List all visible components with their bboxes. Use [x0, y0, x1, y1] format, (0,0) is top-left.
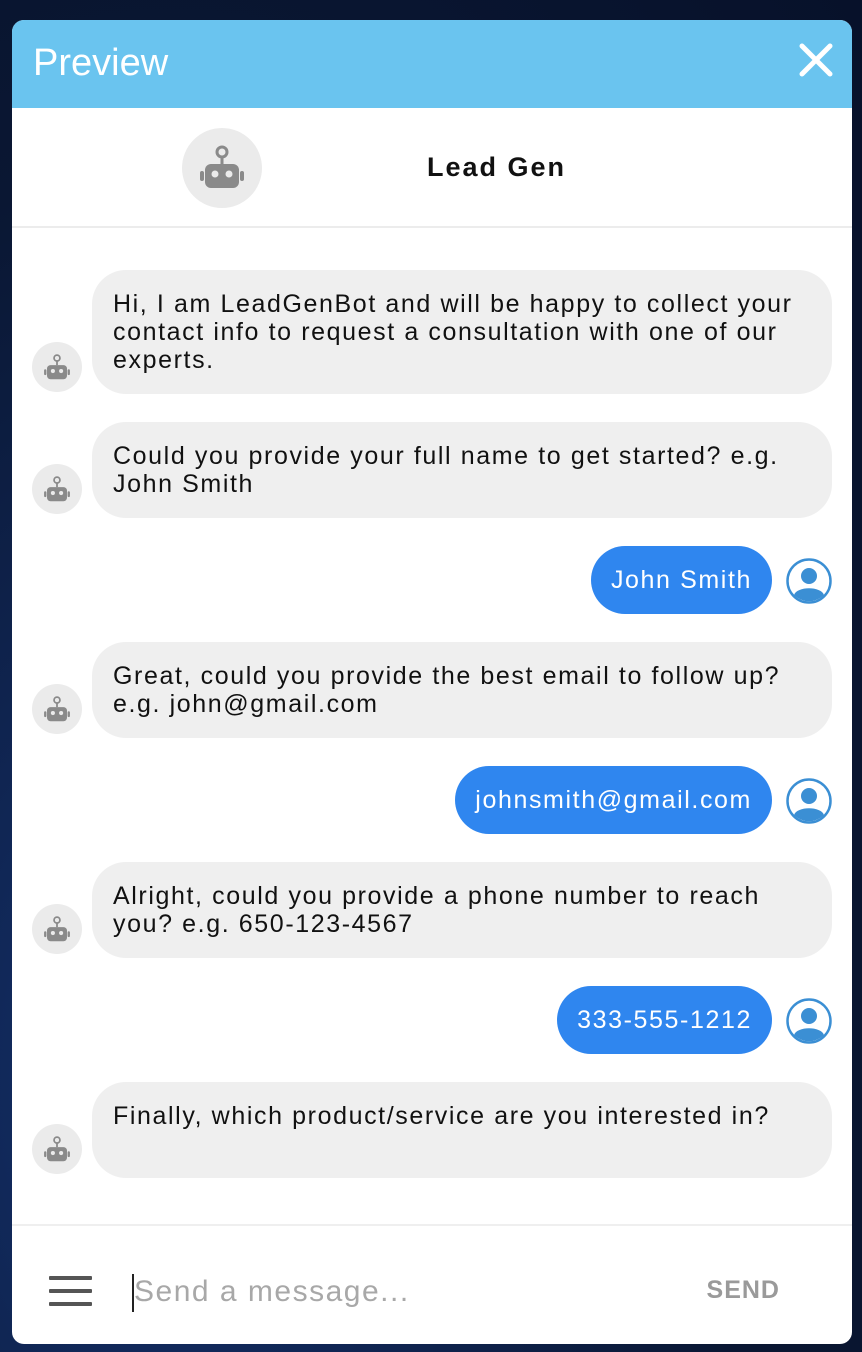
user-avatar-icon: [786, 778, 832, 824]
bot-message: Finally, which product/service are you i…: [12, 1082, 852, 1178]
menu-icon[interactable]: [49, 1276, 92, 1308]
title-bar: Preview: [12, 20, 852, 108]
bot-name: Lead Gen: [427, 152, 567, 182]
bot-avatar-small: [32, 904, 82, 954]
bot-message-text: Hi, I am LeadGenBot and will be happy to…: [92, 270, 832, 394]
bot-message-text: Alright, could you provide a phone numbe…: [92, 862, 832, 958]
send-button[interactable]: SEND: [707, 1276, 780, 1305]
bot-header: Lead Gen: [12, 108, 852, 228]
message-input[interactable]: [134, 1270, 654, 1314]
bot-avatar-small: [32, 342, 82, 392]
bot-message-text: Finally, which product/service are you i…: [92, 1082, 832, 1178]
user-message: 333-555-1212: [12, 986, 852, 1054]
robot-icon: [44, 695, 70, 721]
robot-icon: [200, 145, 244, 188]
user-message-text: John Smith: [590, 546, 772, 614]
message-composer: SEND: [12, 1224, 852, 1344]
robot-icon: [44, 353, 70, 379]
user-message-text: 333-555-1212: [557, 986, 772, 1054]
bot-message: Could you provide your full name to get …: [12, 422, 852, 518]
user-avatar-icon: [786, 998, 832, 1044]
bot-message-text: Could you provide your full name to get …: [92, 422, 832, 518]
robot-icon: [44, 1135, 70, 1161]
close-icon[interactable]: [796, 40, 836, 80]
user-message: John Smith: [12, 546, 852, 614]
bot-message: Hi, I am LeadGenBot and will be happy to…: [12, 270, 852, 394]
message-list: Hi, I am LeadGenBot and will be happy to…: [12, 228, 852, 1224]
bot-avatar-small: [32, 464, 82, 514]
bot-message-text: Great, could you provide the best email …: [92, 642, 832, 738]
bot-message: Great, could you provide the best email …: [12, 642, 852, 738]
robot-icon: [44, 915, 70, 941]
bot-avatar: [182, 128, 262, 208]
user-message-text: johnsmith@gmail.com: [455, 766, 772, 834]
robot-icon: [44, 475, 70, 501]
user-avatar-icon: [786, 558, 832, 604]
window-title: Preview: [33, 42, 169, 84]
bot-avatar-small: [32, 684, 82, 734]
bot-avatar-small: [32, 1124, 82, 1174]
user-message: johnsmith@gmail.com: [12, 766, 852, 834]
chat-preview-window: Preview Lead Gen Hi, I am LeadGenBot and…: [12, 20, 852, 1344]
bot-message: Alright, could you provide a phone numbe…: [12, 862, 852, 958]
